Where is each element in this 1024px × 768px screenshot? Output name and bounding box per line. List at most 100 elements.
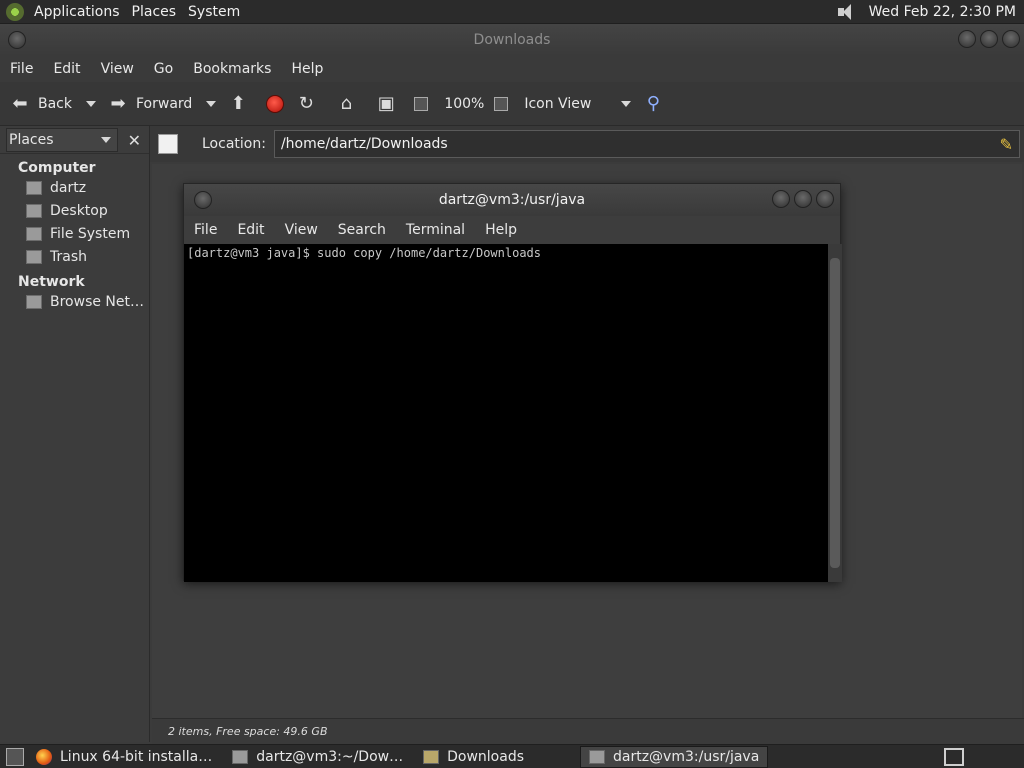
location-value: /home/dartz/Downloads [280, 136, 448, 152]
menu-go[interactable]: Go [148, 61, 179, 77]
terminal-menubar: File Edit View Search Terminal Help [184, 216, 840, 244]
distro-logo-icon[interactable] [6, 2, 24, 21]
terminal-title: dartz@vm3:/usr/java [438, 192, 586, 208]
computer-button[interactable]: ▣ [374, 92, 404, 116]
sidebar-item-label: Desktop [50, 202, 108, 219]
menu-applications[interactable]: Applications [28, 4, 126, 20]
drive-icon [26, 226, 42, 241]
menu-places[interactable]: Places [126, 4, 183, 20]
sidebar-item-label: dartz [50, 179, 87, 196]
menu-terminal[interactable]: Terminal [400, 222, 471, 238]
task-downloads[interactable]: Downloads [415, 746, 532, 768]
chevron-down-icon [101, 136, 111, 143]
search-button[interactable]: ⚲ [641, 92, 671, 116]
search-icon: ⚲ [646, 93, 660, 114]
zoom-level: 100% [444, 95, 485, 112]
network-icon [26, 294, 42, 309]
up-arrow-icon: ⬆ [230, 93, 246, 114]
trash-icon [26, 249, 42, 264]
menu-help[interactable]: Help [479, 222, 523, 238]
top-panel: Applications Places System Wed Feb 22, 2… [0, 0, 1024, 24]
sidebar-item-trash[interactable]: Trash [0, 245, 149, 268]
back-label: Back [38, 95, 72, 112]
forward-button[interactable]: ➡ Forward [106, 92, 192, 116]
zoom-out-button[interactable] [414, 96, 434, 111]
sidebar-item-browse-network[interactable]: Browse Net… [0, 290, 149, 313]
task-label: dartz@vm3:~/Dow… [256, 748, 404, 765]
computer-icon: ▣ [377, 93, 395, 114]
maximize-button[interactable] [794, 190, 812, 208]
sidebar-item-dartz[interactable]: dartz [0, 176, 149, 199]
view-mode-dropdown[interactable] [621, 100, 632, 107]
sidebar-item-label: Browse Net… [50, 293, 145, 310]
task-terminal-java[interactable]: dartz@vm3:/usr/java [580, 745, 769, 768]
show-desktop-icon[interactable] [6, 747, 24, 766]
terminal-scrollbar[interactable] [828, 244, 842, 582]
back-arrow-icon: ⬅ [12, 93, 28, 114]
home-folder-icon [26, 180, 42, 195]
close-button[interactable] [816, 190, 834, 208]
menu-view[interactable]: View [279, 222, 324, 238]
section-network: Network [18, 274, 85, 290]
zoom-in-icon [494, 96, 509, 111]
up-button[interactable]: ⬆ [226, 92, 256, 116]
file-manager-titlebar[interactable]: Downloads [0, 24, 1024, 56]
side-pane-selector-label: Places [9, 131, 54, 148]
file-manager-toolbar: ⬅ Back ➡ Forward ⬆ ↻ ⌂ ▣ 100% Icon View … [0, 82, 1024, 126]
task-terminal-downloads[interactable]: dartz@vm3:~/Dow… [224, 746, 411, 768]
taskbar: Linux 64-bit installa… dartz@vm3:~/Dow… … [0, 744, 1024, 768]
window-menu-button[interactable] [194, 191, 212, 209]
terminal-icon [589, 749, 605, 764]
folder-icon [423, 749, 440, 764]
terminal-window: dartz@vm3:/usr/java File Edit View Searc… [183, 183, 842, 582]
side-pane: Places ✕ Computer dartz Desktop File Sys… [0, 126, 150, 742]
forward-label: Forward [136, 95, 193, 112]
reload-button[interactable]: ↻ [294, 92, 324, 116]
maximize-button[interactable] [980, 30, 998, 48]
sidebar-item-desktop[interactable]: Desktop [0, 199, 149, 222]
menu-help[interactable]: Help [285, 61, 329, 77]
back-history-dropdown[interactable] [86, 100, 96, 107]
clock[interactable]: Wed Feb 22, 2:30 PM [863, 4, 1022, 20]
terminal-icon [232, 749, 249, 764]
side-pane-header: Places ✕ [0, 126, 149, 154]
menu-edit[interactable]: Edit [47, 61, 86, 77]
forward-arrow-icon: ➡ [110, 93, 126, 114]
task-firefox[interactable]: Linux 64-bit installa… [28, 746, 220, 768]
sidebar-item-label: Trash [50, 248, 87, 265]
task-label: Downloads [447, 748, 524, 765]
zoom-out-icon [414, 96, 429, 111]
menu-file[interactable]: File [4, 61, 39, 77]
menu-view[interactable]: View [95, 61, 140, 77]
menu-file[interactable]: File [188, 222, 223, 238]
close-button[interactable] [1002, 30, 1020, 48]
side-pane-selector[interactable]: Places [6, 127, 118, 152]
location-input[interactable]: /home/dartz/Downloads ✎ [273, 130, 1020, 158]
zoom-in-button[interactable] [494, 96, 514, 111]
minimize-button[interactable] [772, 190, 790, 208]
terminal-output[interactable]: [dartz@vm3 java]$ sudo copy /home/dartz/… [184, 244, 828, 582]
close-icon[interactable]: ✕ [128, 131, 141, 150]
menu-search[interactable]: Search [332, 222, 392, 238]
scrollbar-thumb[interactable] [830, 258, 840, 568]
back-button[interactable]: ⬅ Back [8, 92, 72, 116]
menu-edit[interactable]: Edit [231, 222, 270, 238]
forward-history-dropdown[interactable] [206, 100, 217, 107]
reload-icon: ↻ [298, 93, 314, 114]
stop-button[interactable] [266, 94, 285, 113]
terminal-titlebar[interactable]: dartz@vm3:/usr/java [184, 184, 840, 216]
status-bar: 2 items, Free space: 49.6 GB [152, 718, 1024, 744]
minimize-button[interactable] [958, 30, 976, 48]
edit-location-icon[interactable] [158, 134, 178, 154]
menu-system[interactable]: System [182, 4, 246, 20]
window-title: Downloads [473, 32, 551, 48]
clear-icon[interactable]: ✎ [1000, 135, 1013, 154]
home-button[interactable]: ⌂ [334, 92, 364, 116]
view-mode-select[interactable]: Icon View [524, 96, 591, 112]
window-menu-button[interactable] [8, 31, 26, 49]
sidebar-item-file-system[interactable]: File System [0, 222, 149, 245]
volume-icon[interactable] [835, 3, 857, 21]
workspace-switcher[interactable] [944, 747, 964, 766]
menu-bookmarks[interactable]: Bookmarks [187, 61, 277, 77]
task-label: dartz@vm3:/usr/java [613, 748, 760, 765]
